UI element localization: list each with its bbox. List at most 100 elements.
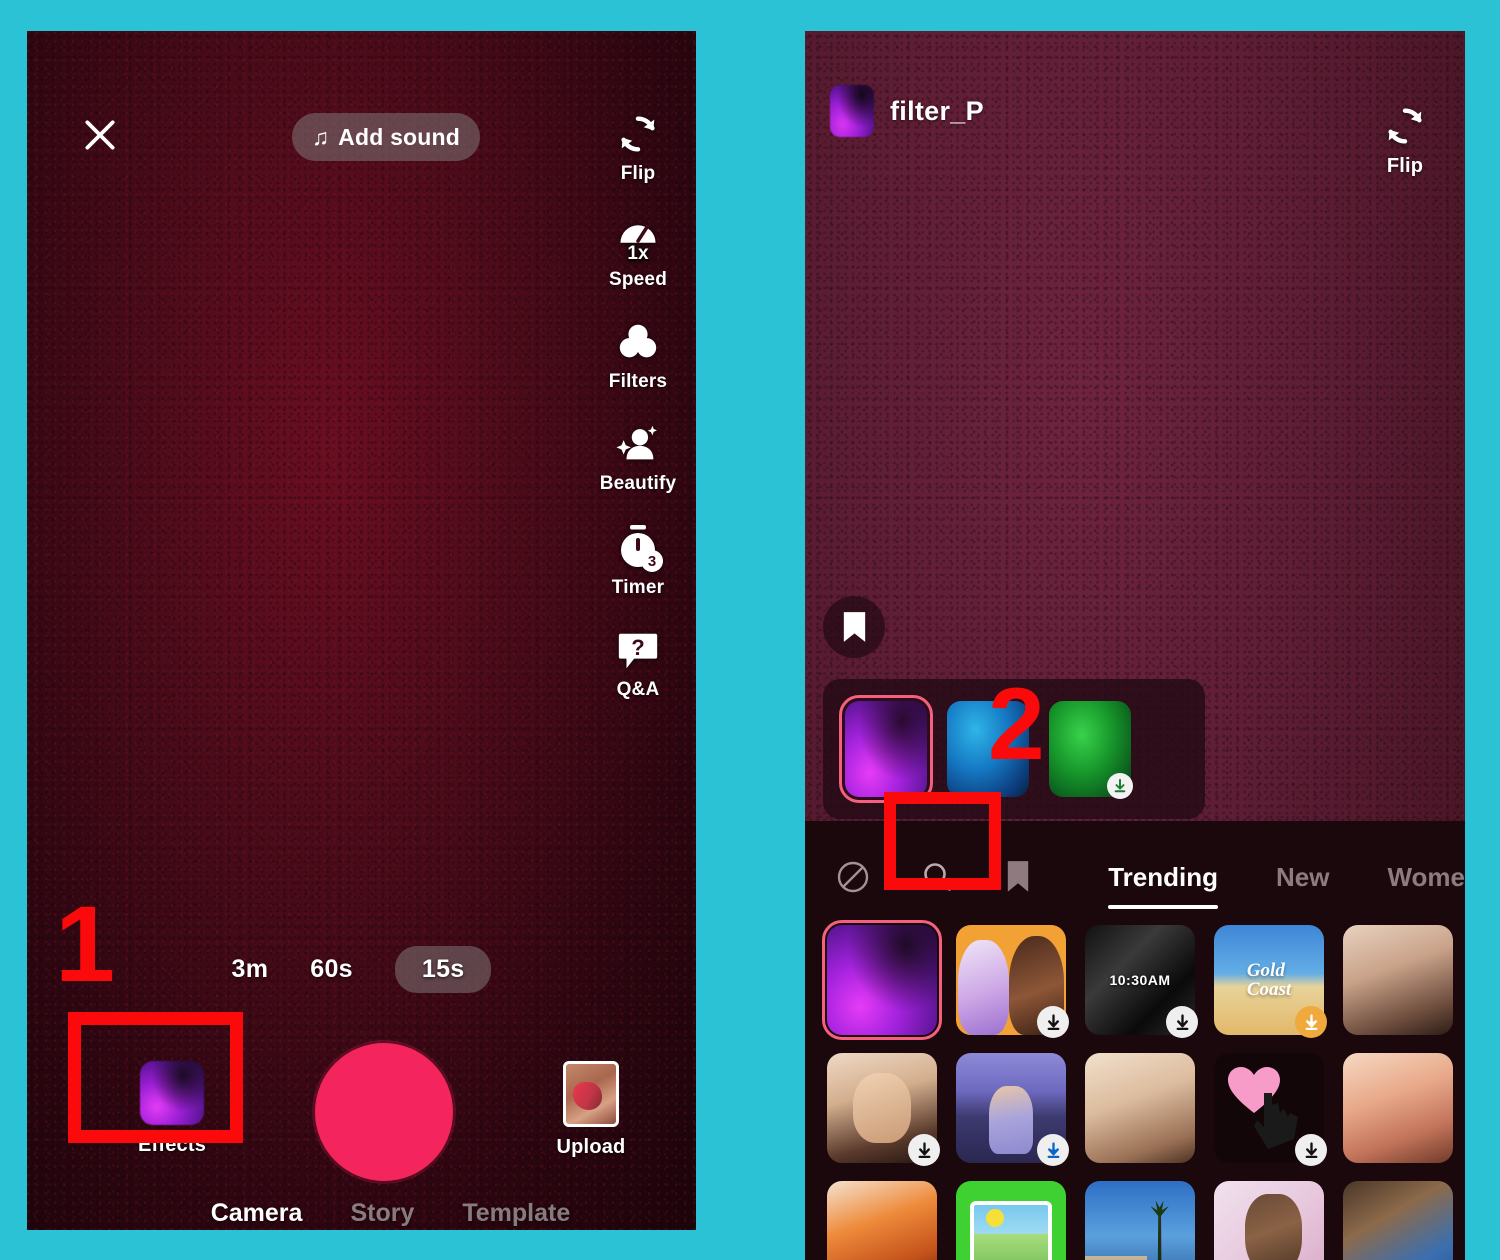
effect-cell-e8[interactable] [1085,1053,1195,1163]
carousel-item-purple[interactable] [839,695,933,803]
duration-option-3m[interactable]: 3m [232,946,269,993]
effect-thumbnail [1343,1053,1453,1163]
effect-cell-e3[interactable]: 10:30AM [1085,925,1198,1038]
speed-button[interactable]: 1x Speed [588,213,688,291]
effect-thumbnail [1343,1181,1453,1260]
effect-cell-e5[interactable] [1343,925,1453,1035]
download-badge [908,1134,940,1166]
upload-button[interactable]: Upload [537,1061,645,1159]
search-effects-button[interactable] [911,846,963,908]
effect-thumbnail [956,1181,1066,1260]
download-badge [1107,773,1133,799]
active-effect-name: filter_P [890,95,984,126]
search-icon [923,863,951,891]
question-bubble-icon: ? [615,627,661,673]
effect-cell-e6[interactable] [827,1053,940,1166]
effects-bottom-sheet: Trending New Wome 10:30AM Gold Coast [805,821,1465,1260]
flip-label: Flip [620,163,656,184]
effects-label: Effects [137,1134,207,1156]
download-arrow-icon [918,1141,930,1158]
effects-toolbar: Trending New Wome [805,833,1465,921]
saved-effects-button[interactable] [992,846,1044,908]
camera-screen-panel: ♫ Add sound Flip 1x Speed Filters Beauti… [27,31,696,1230]
no-effect-icon [837,861,869,893]
active-effect-chip[interactable]: filter_P [830,85,984,137]
bookmark-icon [843,612,865,642]
download-arrow-icon [1305,1141,1317,1158]
close-button[interactable] [74,109,126,161]
flip-camera-button[interactable]: Flip [588,111,688,185]
effect-cell-e12[interactable] [956,1181,1066,1260]
effects-screen-panel: filter_P Flip Trending New Wome 10:30AM … [805,31,1465,1260]
flip-label-right: Flip [1386,155,1424,177]
flip-camera-icon [1382,103,1428,149]
tab-women[interactable]: Wome [1387,862,1465,893]
download-arrow-icon [1047,1141,1059,1158]
beautify-button[interactable]: Beautify [588,421,688,495]
effects-grid: 10:30AM Gold Coast [822,920,1465,1260]
duration-option-15s[interactable]: 15s [394,946,492,993]
effect-cell-e7[interactable] [956,1053,1069,1166]
effect-thumbnail [1085,1053,1195,1163]
tab-new[interactable]: New [1276,862,1329,893]
effect-thumbnail [1343,925,1453,1035]
effect-thumbnail [1214,1181,1324,1260]
speed-badge: 1x [627,243,649,264]
effects-button[interactable]: Effects [117,1061,227,1157]
effect-cell-e1[interactable] [822,920,942,1040]
download-badge [1295,1134,1327,1166]
effect-cell-e2[interactable] [956,925,1069,1038]
effect-cell-e11[interactable] [827,1181,937,1260]
download-badge [1037,1006,1069,1038]
duration-option-60s[interactable]: 60s [310,946,353,993]
effects-thumbnail-icon [140,1061,204,1125]
no-effect-button[interactable] [827,846,879,908]
filters-button[interactable]: Filters [588,319,688,393]
timer-button[interactable]: 3 Timer [588,523,688,599]
filters-label: Filters [608,371,668,392]
carousel-item-green[interactable] [1049,701,1133,799]
timer-label: Timer [611,577,665,598]
effect-cell-e10[interactable] [1343,1053,1453,1163]
effect-thumbnail-icon [830,85,874,137]
add-sound-button[interactable]: ♫ Add sound [292,113,480,161]
speed-label: Speed [608,269,668,290]
bookmark-icon [1008,861,1029,892]
flip-camera-button-right[interactable]: Flip [1355,103,1455,178]
tab-trending[interactable]: Trending [1108,862,1218,909]
download-badge [1166,1006,1198,1038]
record-button[interactable] [315,1043,453,1181]
sun-icon [986,1209,1004,1227]
effect-cell-e4[interactable]: Gold Coast [1214,925,1327,1038]
effect-thumbnail [822,920,942,1040]
download-arrow-icon [1176,1013,1188,1030]
filters-circles-icon [615,319,661,365]
upload-thumbnail-icon [563,1061,619,1127]
effect-cell-e14[interactable] [1214,1181,1324,1260]
download-arrow-icon [1114,779,1126,793]
timer-badge: 3 [641,550,663,572]
camera-tools-rail: Flip 1x Speed Filters Beautify 3 Timer ?… [586,111,690,701]
effect-cell-e9[interactable] [1214,1053,1327,1166]
effect-cell-e13[interactable] [1085,1181,1195,1260]
capture-mode-tabs: Camera Story Template [27,1199,696,1228]
mode-tab-story[interactable]: Story [350,1199,414,1228]
download-badge [1295,1006,1327,1038]
qa-label: Q&A [616,679,660,700]
download-arrow-icon [1305,1013,1317,1030]
download-badge [1037,1134,1069,1166]
effect-category-tabs: Trending New Wome [1108,862,1465,909]
music-note-icon: ♫ [311,123,330,150]
effect-thumbnail [1085,1181,1195,1260]
qa-button[interactable]: ? Q&A [588,627,688,701]
carousel-item-blue[interactable] [947,701,1029,797]
close-icon [85,120,115,150]
upload-label: Upload [556,1136,626,1158]
mode-tab-camera[interactable]: Camera [211,1199,303,1228]
add-sound-label: Add sound [338,123,461,150]
favorite-effect-button[interactable] [823,596,885,658]
mode-tab-template[interactable]: Template [462,1199,570,1228]
svg-text:?: ? [631,635,644,660]
effect-cell-e15[interactable] [1343,1181,1453,1260]
timer-stopwatch-icon: 3 [614,523,663,572]
